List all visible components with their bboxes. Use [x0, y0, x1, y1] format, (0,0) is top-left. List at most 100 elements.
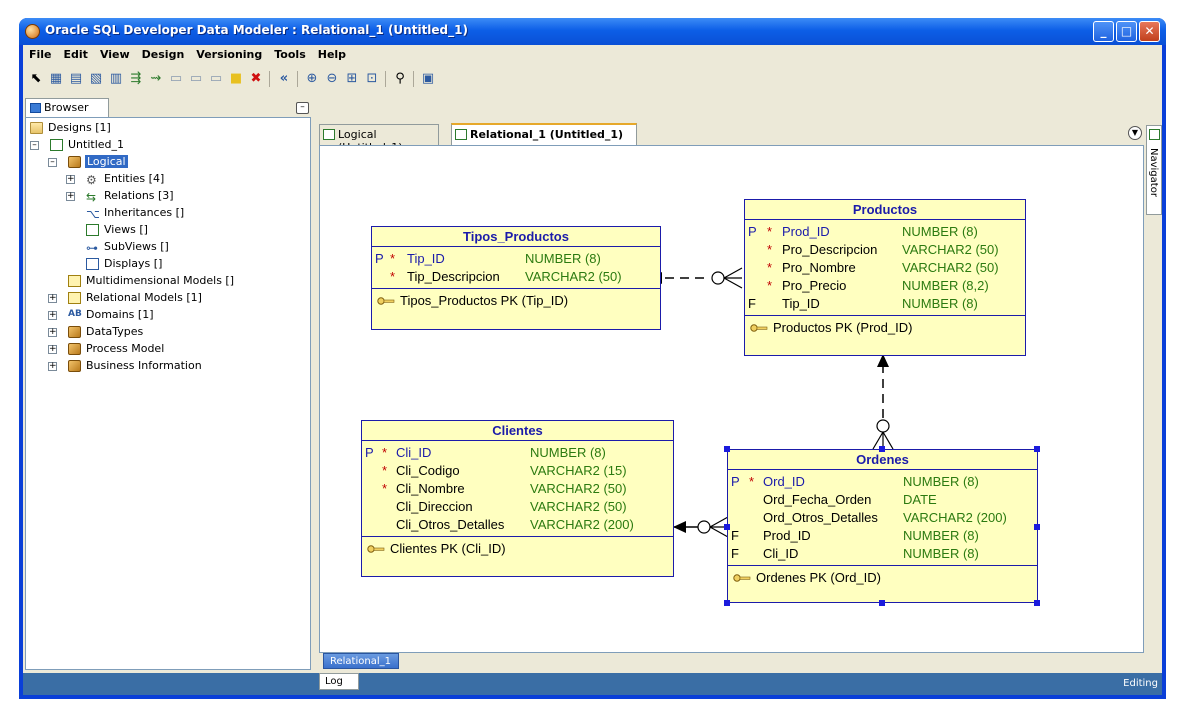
- table-row[interactable]: * Pro_Precio NUMBER (8,2): [745, 277, 1025, 295]
- table-row[interactable]: Cli_Otros_Detalles VARCHAR2 (200): [362, 516, 673, 534]
- table-row[interactable]: * Cli_Codigo VARCHAR2 (15): [362, 462, 673, 480]
- required-mark: *: [767, 260, 773, 275]
- entity-title: Clientes: [362, 421, 673, 441]
- tab-relational-bottom[interactable]: Relational_1: [323, 653, 399, 669]
- folder-icon: [30, 122, 43, 134]
- diagram-icon: [323, 129, 335, 140]
- table-row[interactable]: F Tip_ID NUMBER (8): [745, 295, 1025, 313]
- table-row[interactable]: P * Ord_ID NUMBER (8): [728, 473, 1037, 491]
- table-row[interactable]: * Tip_Descripcion VARCHAR2 (50): [372, 268, 660, 286]
- resize-handle[interactable]: [1034, 524, 1040, 530]
- collapse-icon[interactable]: –: [48, 158, 57, 167]
- menu-design[interactable]: Design: [136, 45, 191, 61]
- menu-tools[interactable]: Tools: [268, 45, 311, 61]
- table-row[interactable]: * Pro_Nombre VARCHAR2 (50): [745, 259, 1025, 277]
- expand-icon[interactable]: +: [66, 192, 75, 201]
- pk-constraint[interactable]: Ordenes PK (Ord_ID): [728, 566, 1037, 588]
- find-icon[interactable]: ⚲: [391, 70, 409, 88]
- browser-tab[interactable]: Browser: [25, 98, 109, 117]
- default-size-icon[interactable]: ⊡: [363, 70, 381, 88]
- diagram-canvas[interactable]: Tipos_Productos P * Tip_ID NUMBER (8) * …: [319, 145, 1144, 653]
- pk-constraint[interactable]: Productos PK (Prod_ID): [745, 316, 1025, 338]
- expand-icon[interactable]: +: [66, 175, 75, 184]
- table-row[interactable]: * Pro_Descripcion VARCHAR2 (50): [745, 241, 1025, 259]
- column-name: Cli_Nombre: [396, 481, 465, 496]
- format-icon[interactable]: ▭: [207, 70, 225, 88]
- resize-handle[interactable]: [1034, 446, 1040, 452]
- column-type: VARCHAR2 (50): [902, 260, 999, 275]
- minimize-button[interactable]: _: [1093, 21, 1114, 42]
- table-row[interactable]: Ord_Otros_Detalles VARCHAR2 (200): [728, 509, 1037, 527]
- paste-icon[interactable]: ▭: [187, 70, 205, 88]
- table-row[interactable]: P * Cli_ID NUMBER (8): [362, 444, 673, 462]
- tab-log[interactable]: Log: [319, 673, 359, 690]
- table-productos[interactable]: Productos P * Prod_ID NUMBER (8) * Pro_D…: [744, 199, 1026, 356]
- column-name: Ord_Otros_Detalles: [763, 510, 878, 525]
- resize-handle[interactable]: [724, 446, 730, 452]
- expand-icon[interactable]: +: [48, 328, 57, 337]
- table-row[interactable]: F Cli_ID NUMBER (8): [728, 545, 1037, 563]
- required-mark: *: [390, 251, 396, 266]
- new-split-icon[interactable]: ⇶: [127, 70, 145, 88]
- table-tipos-productos[interactable]: Tipos_Productos P * Tip_ID NUMBER (8) * …: [371, 226, 661, 330]
- table-row[interactable]: P * Tip_ID NUMBER (8): [372, 250, 660, 268]
- pk-label: Tipos_Productos PK (Tip_ID): [400, 293, 569, 308]
- new-fk-relation-icon[interactable]: ▥: [107, 70, 125, 88]
- zoom-out-icon[interactable]: ⊖: [323, 70, 341, 88]
- required-mark: *: [382, 481, 388, 496]
- table-row[interactable]: Ord_Fecha_Orden DATE: [728, 491, 1037, 509]
- resize-handle[interactable]: [724, 524, 730, 530]
- tab-relational[interactable]: Relational_1 (Untitled_1): [451, 123, 637, 145]
- properties-icon[interactable]: ▣: [419, 70, 437, 88]
- expand-icon[interactable]: +: [48, 362, 57, 371]
- menu-help[interactable]: Help: [312, 45, 352, 61]
- fit-screen-icon[interactable]: ⊞: [343, 70, 361, 88]
- key-icon: [750, 324, 768, 332]
- new-view-icon[interactable]: ▤: [67, 70, 85, 88]
- column-type: NUMBER (8): [903, 528, 979, 543]
- table-row[interactable]: P * Prod_ID NUMBER (8): [745, 223, 1025, 241]
- menu-view[interactable]: View: [94, 45, 136, 61]
- table-row[interactable]: Cli_Direccion VARCHAR2 (50): [362, 498, 673, 516]
- resize-handle[interactable]: [724, 600, 730, 606]
- close-button[interactable]: ✕: [1139, 21, 1160, 42]
- column-name: Cli_Direccion: [396, 499, 473, 514]
- expand-icon[interactable]: +: [48, 294, 57, 303]
- delete-icon[interactable]: ✖: [247, 70, 265, 88]
- minimize-panel-button[interactable]: –: [296, 102, 309, 114]
- column-type: NUMBER (8): [530, 445, 606, 460]
- expand-icon[interactable]: +: [48, 311, 57, 320]
- menu-edit[interactable]: Edit: [58, 45, 94, 61]
- select-pointer-icon[interactable]: ⬉: [27, 70, 45, 88]
- resize-handle[interactable]: [1034, 600, 1040, 606]
- column-type: VARCHAR2 (50): [530, 499, 627, 514]
- required-mark: *: [749, 474, 755, 489]
- resize-handle[interactable]: [879, 446, 885, 452]
- tab-list-icon[interactable]: ▼: [1128, 126, 1142, 140]
- merge-icon[interactable]: ⇝: [147, 70, 165, 88]
- collapse-icon[interactable]: –: [30, 141, 39, 150]
- note-icon[interactable]: ■: [227, 70, 245, 88]
- new-table-icon[interactable]: ▦: [47, 70, 65, 88]
- table-ordenes[interactable]: Ordenes P * Ord_ID NUMBER (8) Ord_Fecha_…: [724, 446, 1040, 606]
- menu-versioning[interactable]: Versioning: [190, 45, 268, 61]
- tab-logical[interactable]: Logical (Untitled_1): [319, 124, 439, 154]
- tree-label: Views []: [104, 223, 148, 236]
- table-clientes[interactable]: Clientes P * Cli_ID NUMBER (8) * Cli_Cod…: [361, 420, 674, 577]
- menu-file[interactable]: File: [23, 45, 58, 61]
- new-foreign-key-icon[interactable]: ▧: [87, 70, 105, 88]
- table-row[interactable]: F Prod_ID NUMBER (8): [728, 527, 1037, 545]
- navigator-panel[interactable]: Navigator: [1146, 125, 1162, 215]
- copy-icon[interactable]: ▭: [167, 70, 185, 88]
- zoom-in-icon[interactable]: ⊕: [303, 70, 321, 88]
- title-bar[interactable]: Oracle SQL Developer Data Modeler : Rela…: [19, 18, 1166, 45]
- table-row[interactable]: * Cli_Nombre VARCHAR2 (50): [362, 480, 673, 498]
- expand-icon[interactable]: +: [48, 345, 57, 354]
- maximize-button[interactable]: □: [1116, 21, 1137, 42]
- column-type: NUMBER (8): [902, 224, 978, 239]
- engineer-icon[interactable]: «: [275, 70, 293, 88]
- pk-constraint[interactable]: Clientes PK (Cli_ID): [362, 537, 673, 559]
- pk-constraint[interactable]: Tipos_Productos PK (Tip_ID): [372, 289, 660, 311]
- toolbar-separator: [297, 71, 298, 87]
- resize-handle[interactable]: [879, 600, 885, 606]
